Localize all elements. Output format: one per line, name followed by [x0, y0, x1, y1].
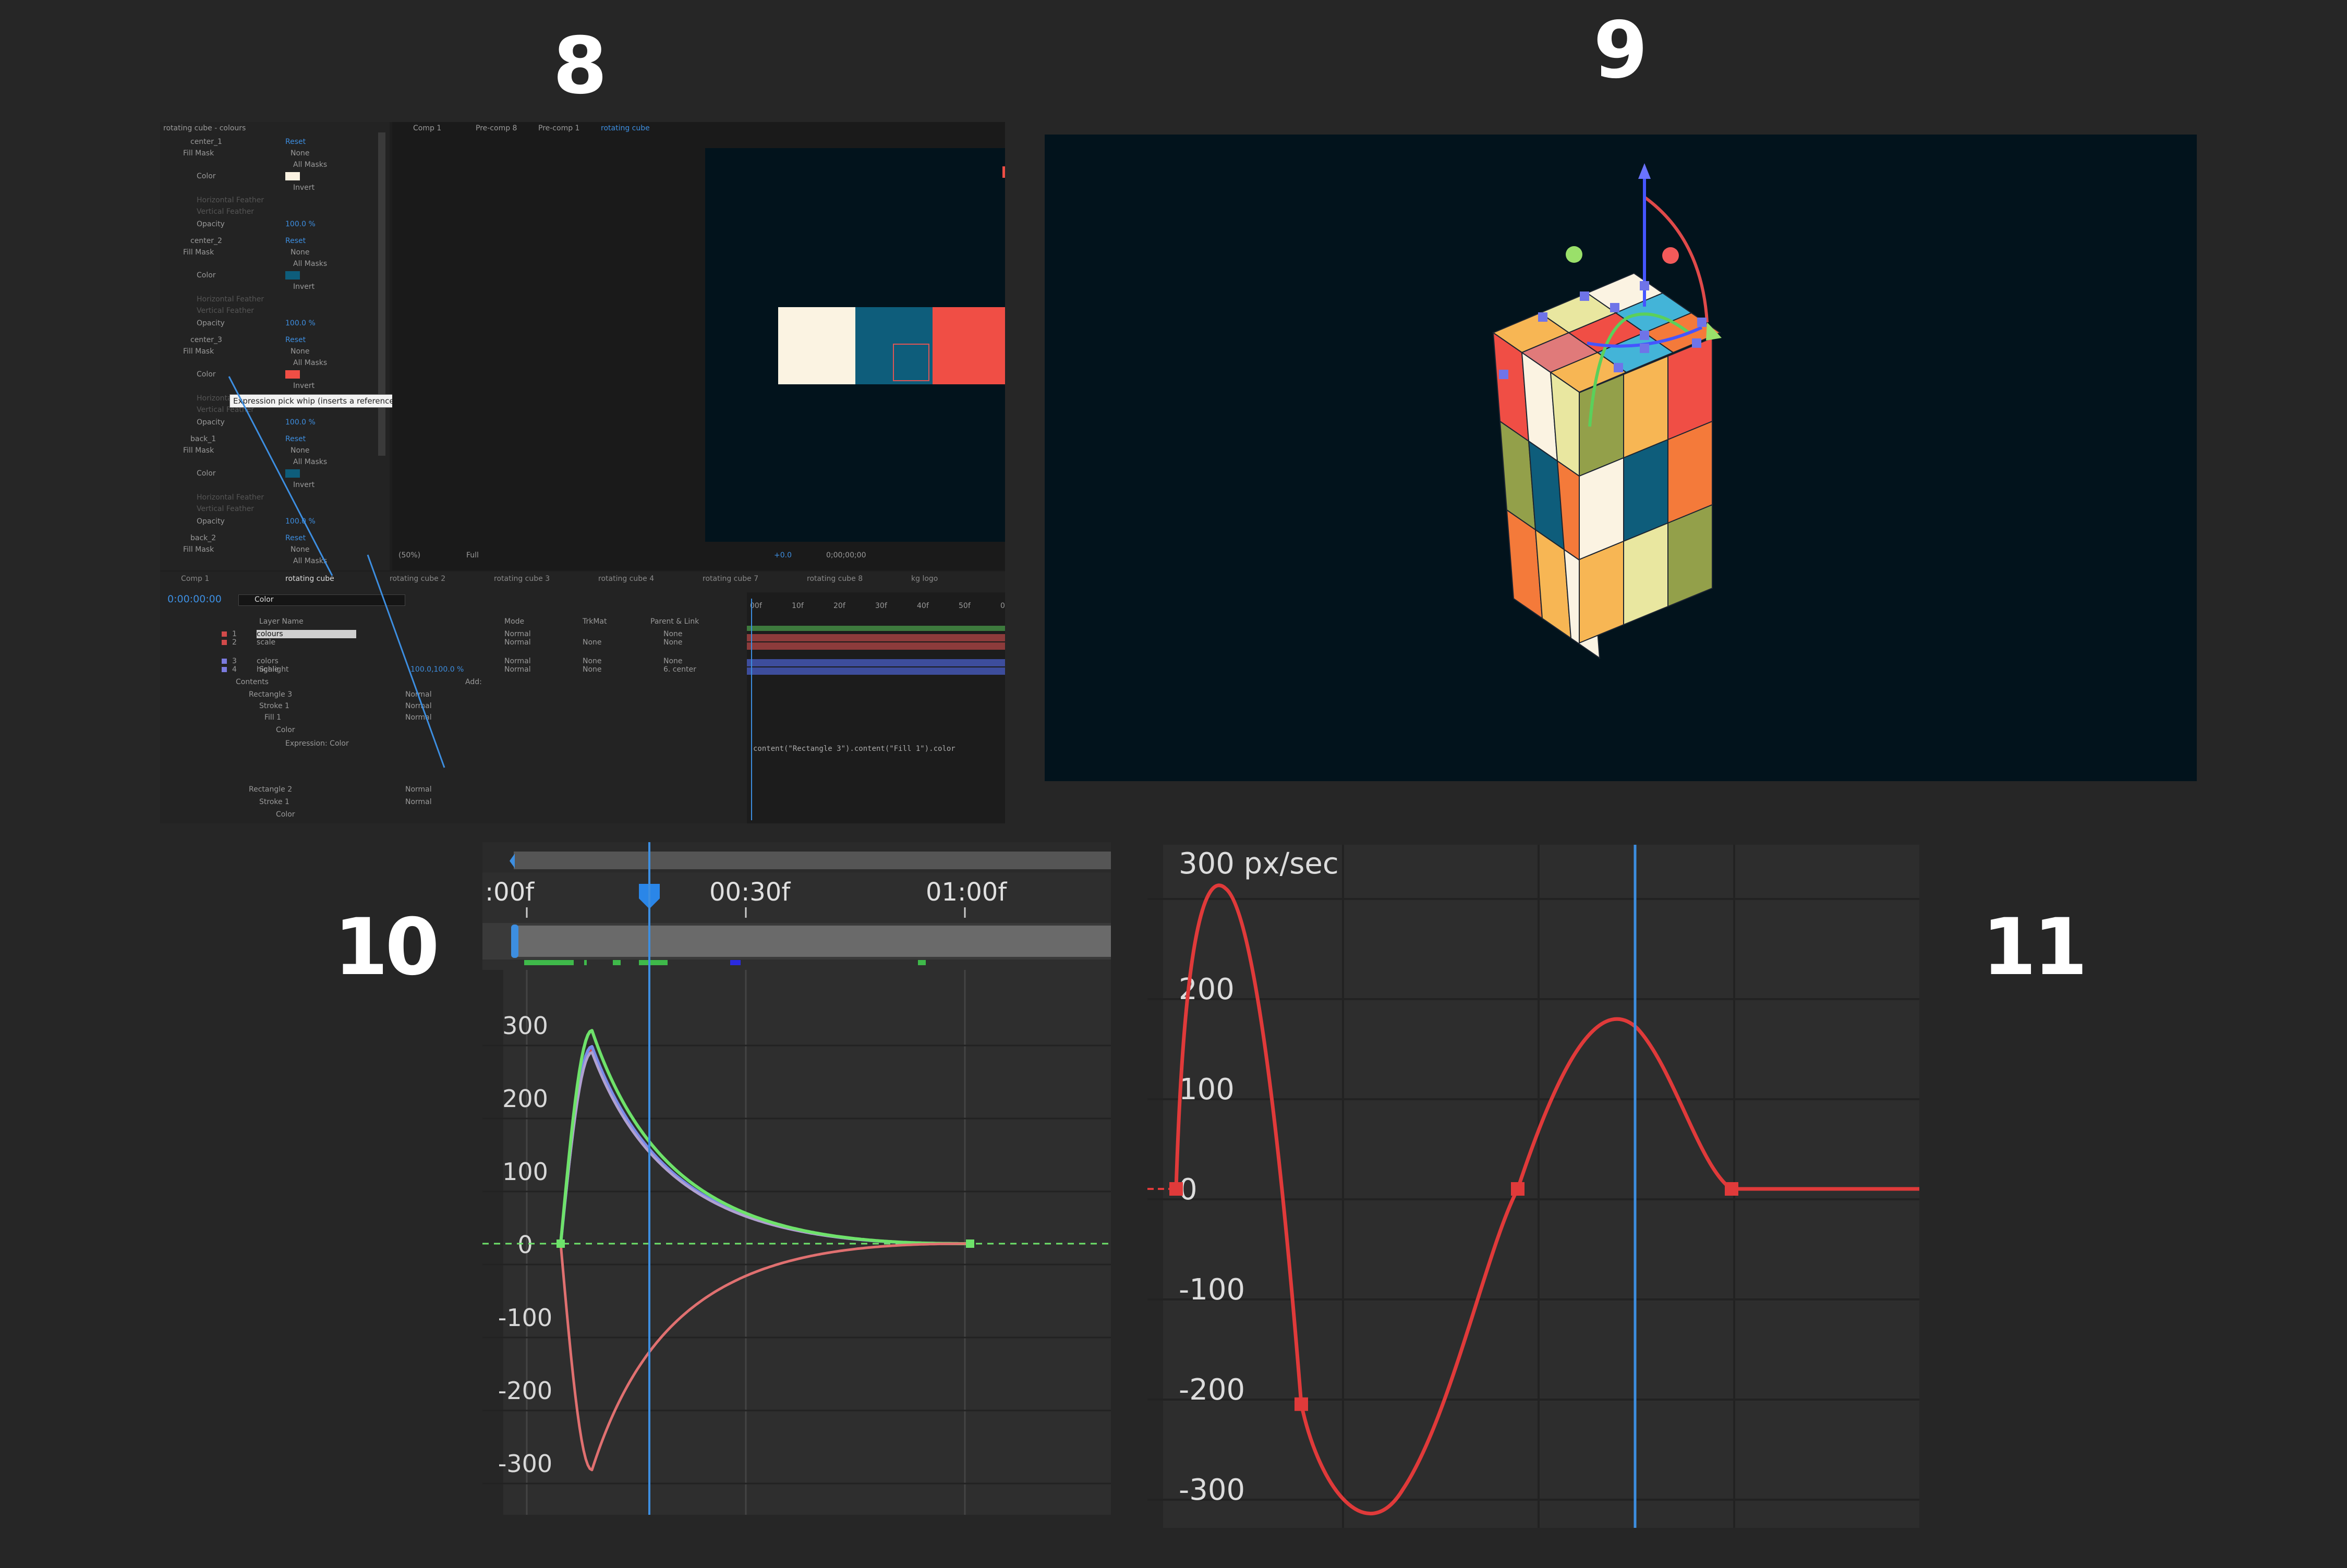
graph-keyframe[interactable]: [1511, 1182, 1525, 1196]
rubiks-cube: [1492, 163, 1722, 660]
time-label: 01:00f: [926, 878, 1007, 907]
cube-panel: [1045, 135, 2197, 781]
graph-keyframe[interactable]: [556, 1239, 565, 1248]
gizmo-green-arrow[interactable]: [1706, 322, 1722, 341]
graph-keyframe[interactable]: [966, 1239, 974, 1248]
gizmo-vertex-handle[interactable]: [1640, 331, 1649, 340]
y-axis-label: -100: [498, 1304, 552, 1332]
graph-editor-10: :00f 00:30f 01:00f 300 200 100 0 -100 -200 -300: [482, 842, 1111, 1515]
graph-11-svg: 300 px/sec2001000-100-200-300: [1147, 845, 1919, 1528]
gizmo-vertex-handle[interactable]: [1538, 312, 1547, 322]
graph-editor-11: 300 px/sec 200 100 0 -100 -200 -300: [1147, 845, 1919, 1528]
right-face-sticker: [1667, 504, 1713, 607]
right-face-sticker: [1623, 522, 1668, 626]
right-face-sticker: [1579, 540, 1624, 644]
graph-keyframe[interactable]: [1169, 1182, 1183, 1196]
graph-keyframe[interactable]: [1725, 1182, 1738, 1196]
panel-number-10: 10: [334, 902, 440, 993]
gizmo-vertex-handle[interactable]: [1692, 338, 1701, 348]
time-label: :00f: [485, 878, 535, 907]
y-axis-label: -300: [498, 1450, 552, 1478]
time-label: 00:30f: [709, 878, 791, 907]
gizmo-green-handle[interactable]: [1566, 246, 1582, 263]
y-axis-label: -200: [498, 1377, 552, 1405]
gizmo-vertex-handle[interactable]: [1499, 370, 1508, 379]
panel-number-9: 9: [1593, 5, 1648, 96]
y-axis-label: 300: [502, 1012, 548, 1040]
graph-keyframe[interactable]: [1295, 1397, 1308, 1411]
gizmo-vertex-handle[interactable]: [1640, 281, 1649, 290]
keyframe-marker[interactable]: [639, 960, 668, 965]
gizmo-vertex-handle[interactable]: [1614, 363, 1623, 372]
layer-duration-bar[interactable]: [514, 926, 1111, 957]
y-axis-label: -300: [1179, 1473, 1245, 1507]
keyframe-marker[interactable]: [524, 960, 574, 965]
y-axis-label: 200: [502, 1085, 548, 1113]
keyframe-marker[interactable]: [918, 960, 926, 965]
panel-number-8: 8: [553, 21, 607, 112]
work-area-bar[interactable]: [514, 852, 1111, 869]
after-effects-screenshot: rotating cube - colours center_1 Reset Fil…: [160, 122, 1005, 823]
gizmo-y-arrow[interactable]: [1638, 163, 1651, 179]
y-axis-label: -100: [1179, 1273, 1245, 1307]
unit-label: 300 px/sec: [1179, 847, 1339, 881]
keyframe-marker[interactable]: [584, 960, 587, 965]
y-axis-label: 100: [502, 1158, 548, 1186]
gizmo-vertex-handle[interactable]: [1580, 291, 1589, 301]
graph-10-svg: :00f 00:30f 01:00f 300 200 100 0 -100 -200 -300: [482, 842, 1111, 1515]
y-axis-label: -200: [1179, 1373, 1245, 1407]
gizmo-vertex-handle[interactable]: [1610, 303, 1619, 312]
keyframe-marker[interactable]: [613, 960, 621, 965]
keyframe-marker[interactable]: [730, 960, 741, 965]
gizmo-vertex-handle[interactable]: [1640, 344, 1649, 353]
layer-in-point-handle[interactable]: [511, 925, 518, 958]
y-axis-label: 100: [1179, 1073, 1235, 1107]
panel-number-11: 11: [1982, 902, 2088, 993]
gizmo-red-handle[interactable]: [1662, 247, 1679, 264]
y-axis-label: 0: [517, 1231, 533, 1259]
gizmo-vertex-handle[interactable]: [1697, 318, 1707, 327]
pick-whip-lines: [228, 376, 445, 768]
